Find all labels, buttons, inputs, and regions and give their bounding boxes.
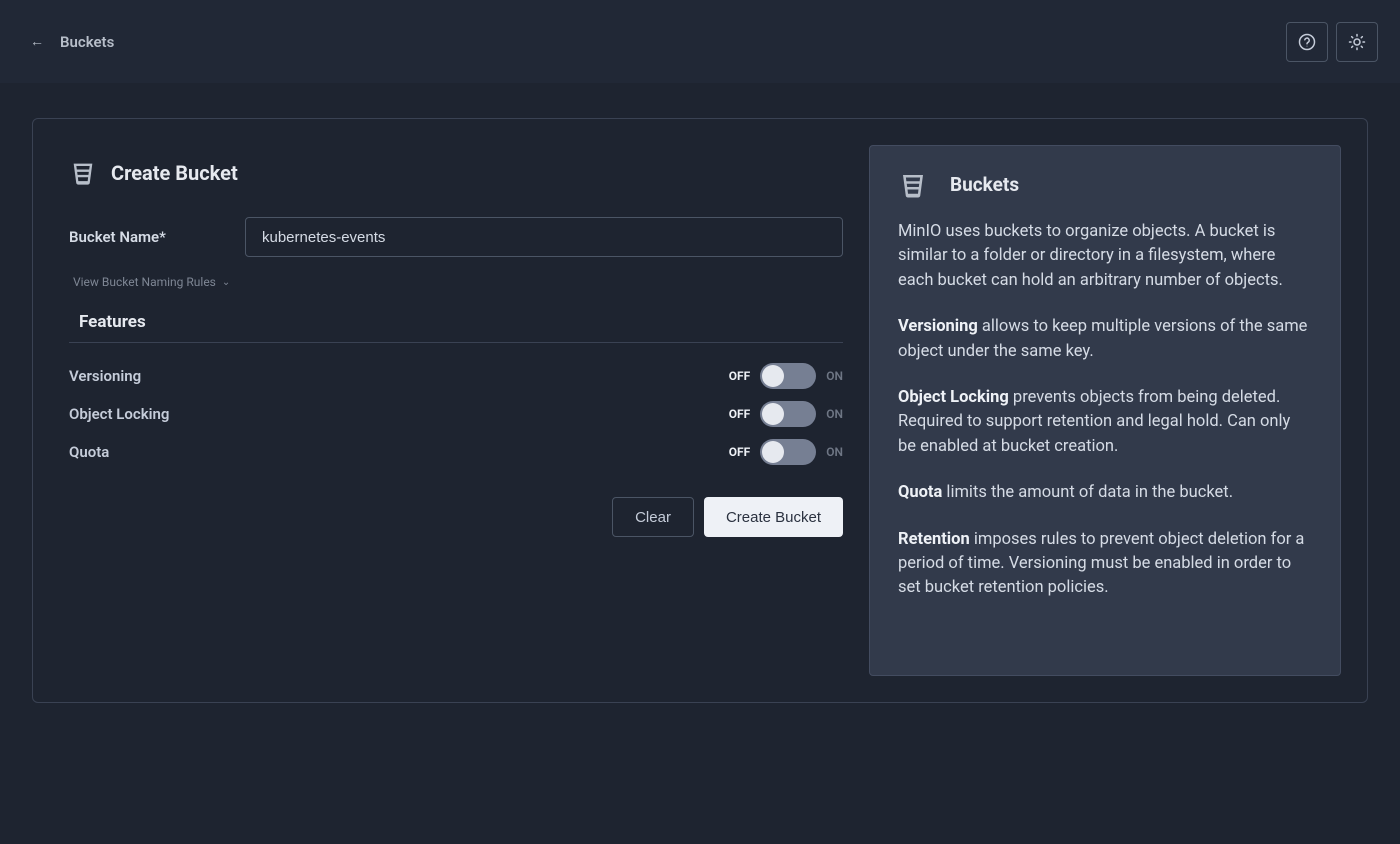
theme-toggle-button[interactable] (1336, 22, 1378, 62)
toggle-on-label: ON (826, 407, 843, 421)
versioning-toggle[interactable] (760, 363, 816, 389)
info-title-text: Buckets (950, 171, 1019, 199)
info-versioning: Versioning allows to keep multiple versi… (898, 315, 1312, 364)
toggle-off-label: OFF (729, 445, 750, 459)
topbar: ← Buckets (0, 0, 1400, 83)
info-locking-key: Object Locking (898, 388, 1009, 407)
page-title: Create Bucket (69, 159, 843, 187)
bucket-name-label: Bucket Name* (69, 228, 245, 246)
sun-icon (1348, 33, 1366, 51)
toggle-dot (762, 365, 784, 387)
info-quota: Quota limits the amount of data in the b… (898, 481, 1312, 505)
info-panel: Buckets MinIO uses buckets to organize o… (869, 145, 1341, 676)
bucket-name-field: Bucket Name* (69, 217, 843, 257)
toggle-dot (762, 403, 784, 425)
topbar-actions (1286, 22, 1378, 62)
feature-quota: Quota OFF ON (69, 433, 843, 471)
page-content: Create Bucket Bucket Name* View Bucket N… (0, 83, 1400, 738)
info-retention: Retention imposes rules to prevent objec… (898, 528, 1312, 601)
toggle-group: OFF ON (729, 363, 843, 389)
object-locking-toggle[interactable] (760, 401, 816, 427)
page-title-text: Create Bucket (111, 161, 238, 185)
naming-rules-toggle[interactable]: View Bucket Naming Rules ⌄ (73, 275, 230, 289)
info-retention-key: Retention (898, 530, 970, 549)
button-row: Clear Create Bucket (69, 497, 843, 537)
toggle-group: OFF ON (729, 439, 843, 465)
info-quota-text: limits the amount of data in the bucket. (942, 483, 1233, 502)
info-intro: MinIO uses buckets to organize objects. … (898, 220, 1312, 293)
info-quota-key: Quota (898, 483, 942, 502)
bucket-icon (69, 159, 97, 187)
panel: Create Bucket Bucket Name* View Bucket N… (32, 118, 1368, 703)
back-label: Buckets (60, 33, 114, 51)
toggle-on-label: ON (826, 369, 843, 383)
toggle-on-label: ON (826, 445, 843, 459)
info-locking: Object Locking prevents objects from bei… (898, 386, 1312, 459)
clear-button[interactable]: Clear (612, 497, 694, 537)
toggle-dot (762, 441, 784, 463)
bucket-name-input[interactable] (245, 217, 843, 257)
help-button[interactable] (1286, 22, 1328, 62)
chevron-down-icon: ⌄ (222, 277, 230, 288)
feature-object-locking: Object Locking OFF ON (69, 395, 843, 433)
back-link[interactable]: ← Buckets (30, 33, 114, 51)
info-title: Buckets (898, 170, 1312, 200)
feature-versioning: Versioning OFF ON (69, 357, 843, 395)
quota-toggle[interactable] (760, 439, 816, 465)
create-bucket-button[interactable]: Create Bucket (704, 497, 843, 537)
toggle-off-label: OFF (729, 407, 750, 421)
feature-label: Object Locking (69, 405, 169, 423)
help-icon (1298, 33, 1316, 51)
naming-rules-label: View Bucket Naming Rules (73, 275, 216, 289)
toggle-group: OFF ON (729, 401, 843, 427)
features-heading: Features (79, 312, 843, 332)
feature-label: Versioning (69, 367, 141, 385)
divider (69, 342, 843, 343)
form-column: Create Bucket Bucket Name* View Bucket N… (33, 119, 869, 702)
bucket-icon (898, 170, 928, 200)
arrow-left-icon: ← (30, 33, 44, 50)
feature-label: Quota (69, 443, 109, 461)
info-versioning-key: Versioning (898, 317, 978, 336)
toggle-off-label: OFF (729, 369, 750, 383)
